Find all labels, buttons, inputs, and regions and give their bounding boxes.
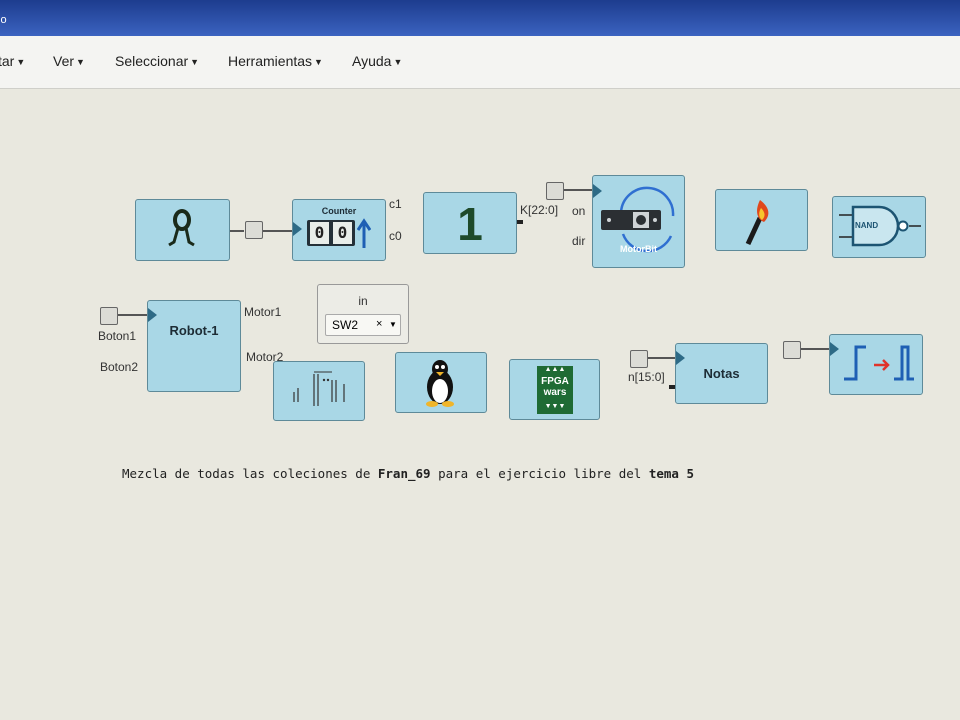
- walker-block[interactable]: [135, 199, 230, 261]
- menu-editar-label: tar: [0, 53, 15, 69]
- motorbit-block[interactable]: MotorBit: [592, 175, 685, 268]
- wire: [801, 348, 831, 350]
- clock-input-icon: [293, 222, 302, 236]
- robot-input-boton2: Boton2: [100, 360, 139, 374]
- counter-output-c0: c0: [389, 229, 402, 243]
- clock-input-icon: [830, 342, 839, 356]
- notas-input-label: n[15:0]: [628, 370, 665, 384]
- circuit-canvas[interactable]: Counter 0 0 c1 c0 1 K[22:0] MotorBit on …: [0, 89, 960, 720]
- counter-digit: 0: [310, 222, 329, 244]
- menu-ayuda-label: Ayuda: [352, 53, 392, 69]
- menu-seleccionar-label: Seleccionar: [115, 53, 189, 69]
- robot-title: Robot-1: [169, 323, 219, 338]
- wire: [263, 230, 293, 232]
- counter-digit: 0: [333, 222, 352, 244]
- counter-title: Counter: [321, 206, 357, 216]
- chevron-down-icon: ▼: [314, 57, 323, 67]
- counter-output-c1: c1: [389, 197, 402, 211]
- input-pin-motorbit[interactable]: [546, 182, 564, 200]
- tux-penguin-icon: [426, 360, 454, 407]
- chevron-down-icon: ▼: [76, 57, 85, 67]
- menu-bar: tar▼ Ver▼ Seleccionar▼ Herramientas▼ Ayu…: [0, 36, 960, 89]
- torch-icon: [745, 200, 769, 246]
- pins-icon: ▲▲▲: [544, 366, 566, 373]
- notas-title: Notas: [703, 366, 740, 381]
- wire: [564, 189, 594, 191]
- wire: [118, 314, 148, 316]
- fpga-wars-logo: ▲▲▲ FPGA wars ▼▼▼: [537, 366, 573, 414]
- input-pin-notas[interactable]: [630, 350, 648, 368]
- menu-herramientas[interactable]: Herramientas ▼: [228, 53, 323, 69]
- pins-icon: ▼▼▼: [544, 403, 566, 410]
- waveform-block[interactable]: [273, 361, 365, 421]
- waveform-icon: [293, 371, 345, 406]
- constant-block[interactable]: 1: [423, 192, 517, 254]
- window-titlebar: io: [0, 0, 960, 36]
- description-topic: tema 5: [648, 466, 694, 481]
- input-pin-edge[interactable]: [783, 341, 801, 359]
- input-pin-block[interactable]: in SW2 × ▼: [317, 284, 409, 344]
- input-pin-robot[interactable]: [100, 307, 118, 325]
- pin-select-value: SW2: [332, 318, 359, 332]
- edge-detector-icon: [844, 345, 914, 381]
- motorbit-title: MotorBit: [620, 244, 657, 254]
- menu-ver[interactable]: Ver ▼: [53, 53, 85, 69]
- window-title: io: [0, 14, 7, 26]
- menu-seleccionar[interactable]: Seleccionar ▼: [115, 53, 199, 69]
- tux-block[interactable]: [395, 352, 487, 413]
- description-author: Fran_69: [377, 466, 431, 481]
- chevron-down-icon[interactable]: ▼: [389, 320, 397, 329]
- walking-figure-icon: [168, 209, 195, 247]
- wire: [648, 357, 678, 359]
- fpga-wars-line1: FPGA: [541, 376, 569, 387]
- fpga-wars-block[interactable]: ▲▲▲ FPGA wars ▼▼▼: [509, 359, 600, 420]
- wire: [230, 230, 244, 232]
- description-text: Mezcla de todas las coleciones de: [122, 466, 378, 481]
- robot-output-motor1: Motor1: [244, 305, 282, 319]
- robot-block[interactable]: Robot-1: [147, 300, 241, 392]
- clear-icon[interactable]: ×: [376, 318, 382, 330]
- robot-input-boton1: Boton1: [98, 329, 137, 343]
- menu-herramientas-label: Herramientas: [228, 53, 313, 69]
- output-port: [517, 220, 523, 224]
- torch-block[interactable]: [715, 189, 808, 251]
- notas-block[interactable]: Notas: [675, 343, 768, 404]
- arrow-up-icon: [357, 218, 371, 248]
- edge-detector-block[interactable]: [829, 334, 923, 395]
- robot-output-motor2: Motor2: [246, 350, 284, 361]
- chevron-down-icon: ▼: [393, 57, 403, 67]
- menu-ver-label: Ver: [53, 53, 75, 69]
- constant-output-label: K[22:0]: [520, 203, 559, 217]
- motorbit-input-dir: dir: [572, 234, 586, 248]
- clock-input-icon: [148, 308, 157, 322]
- input-port: [669, 385, 675, 389]
- menu-editar[interactable]: tar▼: [0, 53, 25, 69]
- description-text: para el ejercicio libre del: [430, 466, 649, 481]
- fpga-wars-line2: wars: [543, 387, 567, 398]
- menu-ayuda[interactable]: Ayuda ▼: [352, 53, 402, 69]
- chevron-down-icon: ▼: [190, 57, 200, 67]
- canvas-description: Mezcla de todas las coleciones de Fran_6…: [122, 466, 694, 481]
- counter-block[interactable]: Counter 0 0: [292, 199, 386, 261]
- nand-block[interactable]: NAND: [832, 196, 926, 258]
- clock-input-icon: [593, 184, 602, 198]
- clock-input-icon: [676, 351, 685, 365]
- counter-display: 0 0: [307, 220, 355, 246]
- constant-value: 1: [457, 198, 483, 250]
- chevron-down-icon: ▼: [16, 57, 26, 67]
- pin-select[interactable]: SW2 × ▼: [325, 314, 401, 336]
- input-pin-counter[interactable]: [245, 221, 263, 239]
- input-pin-label: in: [358, 294, 368, 308]
- motorbit-input-on: on: [572, 204, 586, 218]
- nand-title: NAND: [855, 221, 879, 230]
